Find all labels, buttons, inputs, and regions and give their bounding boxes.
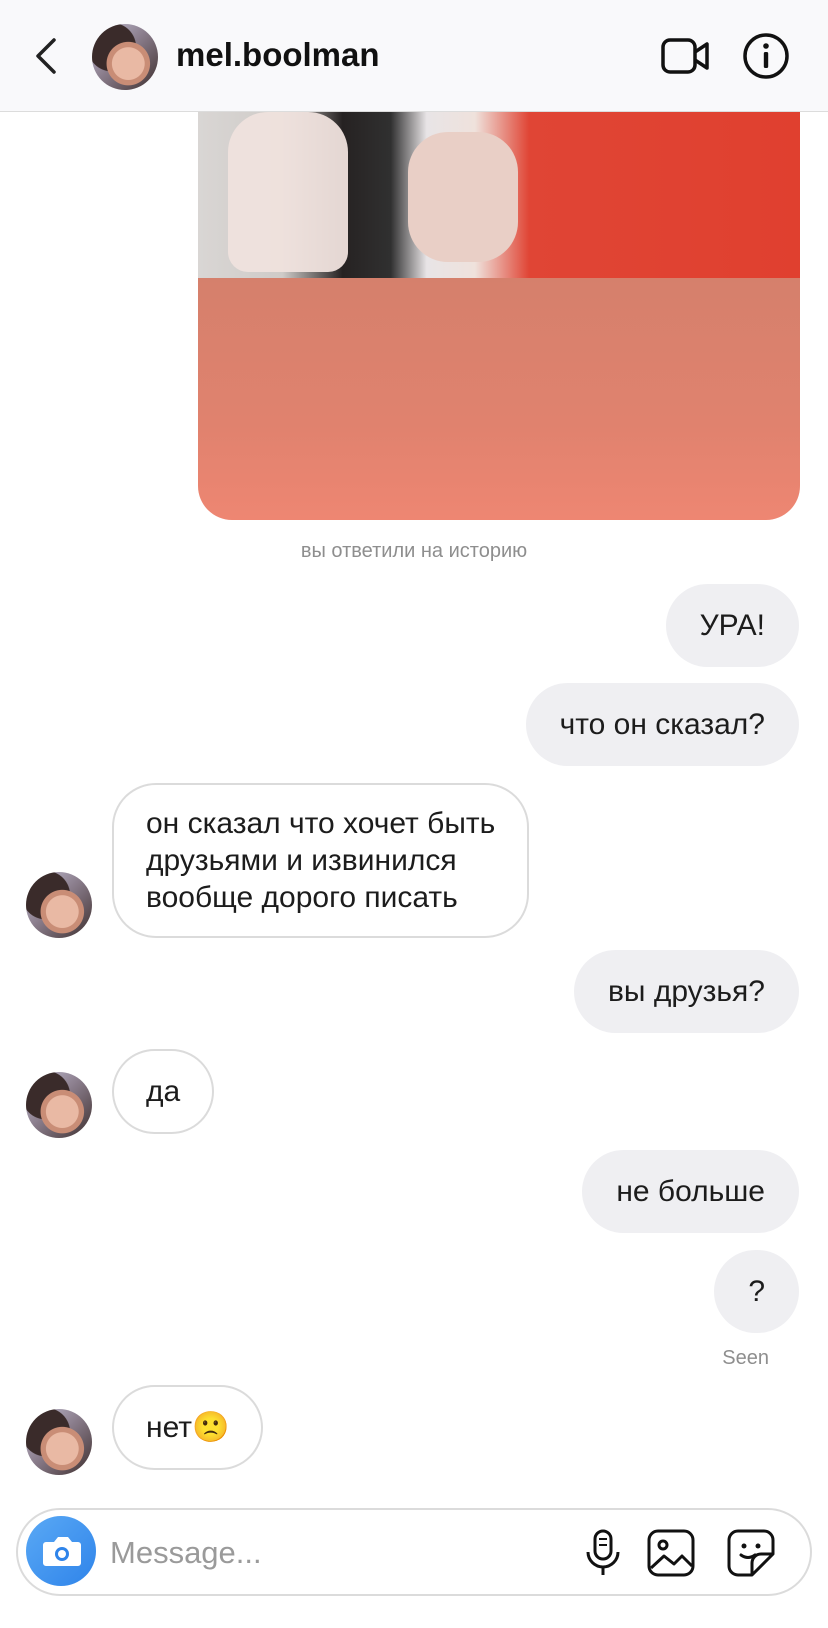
sent-message[interactable]: ?: [714, 1250, 799, 1333]
received-message[interactable]: да: [112, 1049, 215, 1134]
chevron-left-icon[interactable]: [28, 34, 68, 78]
video-camera-icon[interactable]: [660, 34, 710, 78]
contact-avatar[interactable]: [26, 1072, 92, 1138]
chat-header: mel.boolman: [0, 0, 828, 112]
microphone-icon[interactable]: [578, 1528, 628, 1578]
seen-status: Seen: [722, 1347, 769, 1369]
received-message[interactable]: он сказал что хочет быть друзьями и изви…: [112, 783, 530, 938]
sent-message[interactable]: что он сказал?: [525, 683, 799, 766]
story-reply-note: вы ответили на историю: [300, 540, 528, 562]
sticker-icon[interactable]: [726, 1528, 776, 1578]
gallery-icon[interactable]: [646, 1528, 696, 1578]
sent-message[interactable]: УРА!: [665, 584, 799, 667]
message-line: вообще дорого писать: [146, 881, 458, 914]
message-text: УРА!: [699, 609, 765, 642]
frown-emoji-icon: 🙁: [192, 1411, 230, 1444]
message-line: он сказал что хочет быть: [146, 807, 496, 840]
info-icon[interactable]: [742, 32, 790, 80]
received-message[interactable]: нет🙁: [112, 1385, 264, 1470]
message-text: вы друзья?: [607, 975, 765, 1008]
story-photo: [198, 112, 800, 278]
message-text: да: [146, 1075, 181, 1108]
message-text: не больше: [616, 1175, 765, 1208]
username[interactable]: mel.boolman: [176, 36, 380, 74]
camera-icon: [43, 1537, 81, 1566]
story-color-panel: [198, 278, 800, 520]
story-preview[interactable]: [198, 112, 800, 520]
sent-message[interactable]: вы друзья?: [573, 950, 799, 1033]
message-text: нет: [146, 1411, 192, 1444]
message-text: что он сказал?: [559, 708, 765, 741]
message-composer: [16, 1508, 812, 1596]
message-line: друзьями и извинился: [146, 844, 457, 877]
sent-message[interactable]: не больше: [582, 1150, 799, 1233]
contact-avatar[interactable]: [26, 872, 92, 938]
contact-avatar[interactable]: [26, 1409, 92, 1475]
header-avatar[interactable]: [92, 24, 158, 90]
message-input[interactable]: [108, 1530, 542, 1576]
camera-button[interactable]: [26, 1516, 96, 1586]
message-text: ?: [748, 1275, 765, 1308]
